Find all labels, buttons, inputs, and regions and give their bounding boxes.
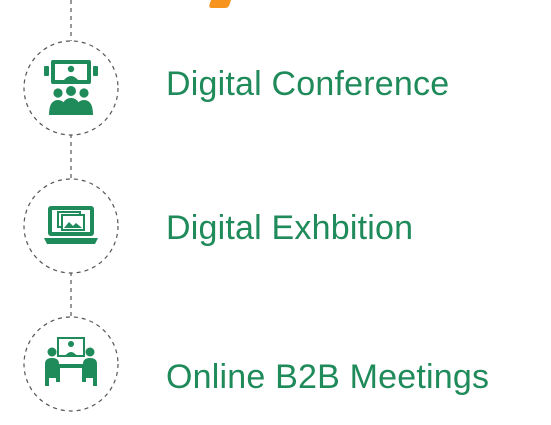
label-digital-conference: Digital Conference (166, 65, 450, 103)
services-diagram: Digital Conference Digital Exhbition Onl… (0, 0, 551, 420)
label-online-b2b-meetings: Online B2B Meetings (166, 358, 490, 396)
node-digital-exhibition (23, 178, 119, 274)
node-online-b2b-meetings (23, 316, 119, 412)
node-digital-conference (23, 40, 119, 136)
monitor-gallery-icon (44, 206, 98, 244)
label-digital-exhibition: Digital Exhbition (166, 209, 414, 247)
